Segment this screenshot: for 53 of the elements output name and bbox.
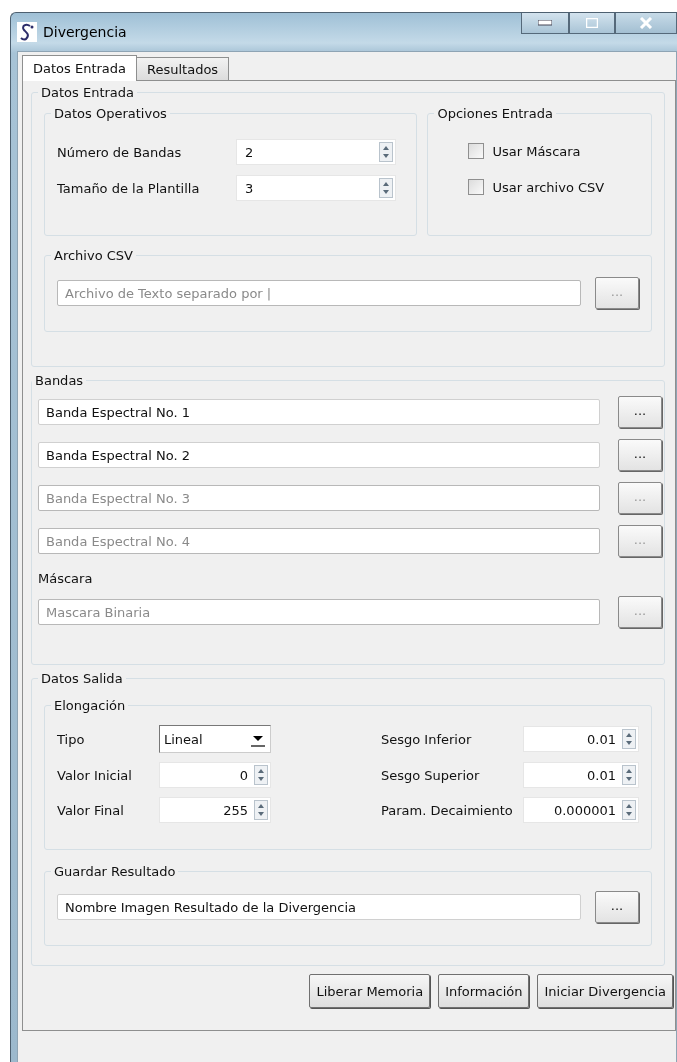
- spin-box[interactable]: 2: [236, 139, 396, 165]
- close-button[interactable]: [615, 13, 677, 34]
- dropdown[interactable]: Lineal: [159, 725, 271, 753]
- spin-arrows-icon[interactable]: [254, 765, 268, 785]
- field-label: Valor Inicial: [57, 767, 133, 783]
- spin-arrows-icon[interactable]: [379, 142, 393, 162]
- field-label: Tipo: [57, 731, 86, 747]
- field-label: Param. Decaimiento: [381, 802, 514, 818]
- field-label: Tamaño de la Plantilla: [57, 180, 201, 196]
- spin-box[interactable]: 255: [159, 797, 271, 823]
- spin-box[interactable]: 0.000001: [523, 797, 639, 823]
- minimize-icon[interactable]: [538, 20, 552, 26]
- tab[interactable]: Datos Entrada: [22, 55, 137, 81]
- checkbox-label: Usar archivo CSV: [492, 179, 605, 195]
- browse-button[interactable]: ...: [595, 891, 639, 923]
- field-label: Sesgo Superior: [381, 767, 481, 783]
- window-title: Divergencia: [43, 24, 128, 40]
- checkbox-label: Usar Máscara: [492, 143, 581, 159]
- group-title: Opciones Entrada: [436, 106, 554, 121]
- spin-box[interactable]: 3: [236, 175, 396, 201]
- spin-arrows-icon[interactable]: [622, 729, 636, 749]
- spin-box[interactable]: 0.01: [523, 762, 639, 788]
- app-logo-icon: [17, 22, 37, 42]
- field-label: Sesgo Inferior: [381, 731, 473, 747]
- group-title: Datos Operativos: [53, 106, 168, 121]
- spin-arrows-icon[interactable]: [379, 178, 393, 198]
- field-label: Valor Final: [57, 802, 125, 818]
- group-title: Datos Entrada: [40, 85, 135, 100]
- browse-button[interactable]: ...: [618, 439, 662, 471]
- spin-arrows-icon[interactable]: [622, 765, 636, 785]
- group-title: Bandas: [34, 373, 85, 388]
- group-title: Elongación: [53, 698, 127, 713]
- spin-box[interactable]: 0: [159, 762, 271, 788]
- group-title: Guardar Resultado: [53, 864, 177, 879]
- text-field[interactable]: Nombre Imagen Resultado de la Divergencia: [57, 894, 581, 920]
- maximize-button[interactable]: [569, 13, 615, 34]
- group-title: Archivo CSV: [53, 248, 134, 263]
- text-field[interactable]: Banda Espectral No. 1: [38, 399, 600, 425]
- checkbox[interactable]: [468, 143, 485, 159]
- action-button[interactable]: Iniciar Divergencia: [537, 974, 673, 1008]
- tab[interactable]: Resultados: [136, 57, 230, 81]
- checkbox[interactable]: [468, 179, 485, 195]
- field-label: Máscara: [38, 571, 93, 586]
- field-label: Número de Bandas: [57, 144, 183, 160]
- spin-arrows-icon[interactable]: [622, 800, 636, 820]
- text-field[interactable]: Banda Espectral No. 2: [38, 442, 600, 468]
- spin-arrows-icon[interactable]: [254, 800, 268, 820]
- minimize-button[interactable]: [521, 13, 569, 34]
- group-title: Datos Salida: [40, 671, 124, 686]
- spin-box[interactable]: 0.01: [523, 726, 639, 752]
- action-button[interactable]: Información: [438, 974, 530, 1008]
- action-button[interactable]: Liberar Memoria: [309, 974, 431, 1008]
- browse-button[interactable]: ...: [618, 396, 662, 428]
